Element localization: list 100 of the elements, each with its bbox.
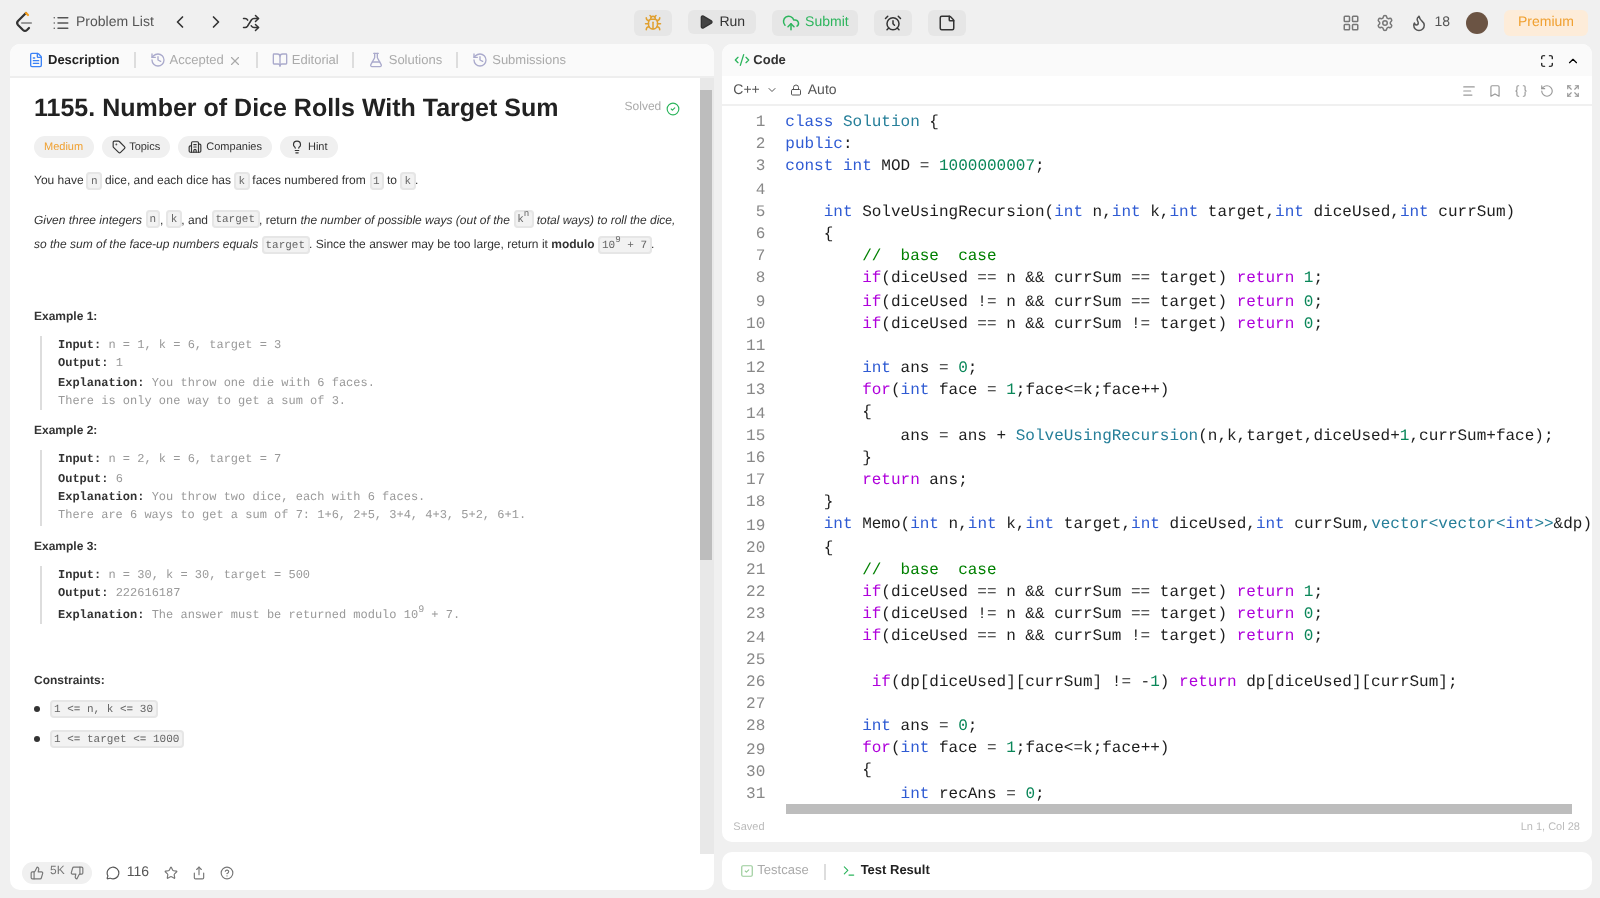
code-line: for(int face = 1;face<=k;face++) (860, 380, 1172, 403)
code-line: ans = ans + SolveUsingRecursion(n,k,target,diceUsed+1,currSum+face); (898, 425, 1556, 448)
problem-title: 1155. Number of Dice Rolls With Target Sum (34, 94, 559, 122)
flask-icon (368, 52, 385, 68)
line-number: 17 (744, 470, 766, 493)
cloud-upload-icon (781, 13, 800, 31)
avatar[interactable] (1466, 11, 1488, 33)
code-line: class Solution { (785, 112, 941, 135)
code-line: for(int face = 1;face<=k;face++) (860, 738, 1172, 761)
line-number: 26 (744, 672, 766, 695)
line-number: 2 (753, 134, 766, 157)
code-line: if(diceUsed != n && currSum == target) return 0; (860, 291, 1326, 314)
book-icon (271, 52, 288, 68)
line-number: 25 (744, 649, 766, 673)
line-number: 3 (753, 156, 766, 180)
bullet-icon (34, 736, 40, 743)
code-line: public: (785, 134, 855, 157)
timer-button[interactable] (874, 9, 913, 35)
line-number: 5 (753, 201, 766, 225)
line-number: 7 (753, 246, 766, 269)
maximize-icon[interactable] (1540, 53, 1554, 67)
code-line: int ans = 0; (860, 716, 980, 739)
code-line: int SolveUsingRecursion(int n,int k,int target,int diceUsed,int currSum) (821, 201, 1518, 224)
play-icon (697, 14, 714, 30)
line-number: 12 (744, 358, 766, 381)
bug-icon (643, 13, 662, 31)
code-line: if(dp[diceUsed][currSum] != -1) return dp[diceUsed][currSum]; (869, 671, 1460, 694)
code-line: // base case (860, 246, 999, 269)
help-icon[interactable] (219, 865, 234, 879)
chevron-down-icon (765, 84, 778, 96)
lightbulb-icon (289, 140, 304, 154)
document-icon (28, 52, 44, 68)
line-number: 20 (744, 537, 766, 561)
terminal-icon (842, 864, 857, 878)
code-line: if(diceUsed == n && currSum == target) return 1; (860, 268, 1326, 291)
code-line: } (860, 447, 874, 470)
flame-icon (1410, 13, 1429, 31)
tag-icon (111, 140, 126, 154)
code-line: if(diceUsed == n && currSum == target) return 1; (860, 581, 1326, 605)
code-line: int ans = 0; (860, 358, 980, 381)
reset-icon[interactable] (1540, 83, 1554, 97)
code-line: const int MOD = 1000000007; (785, 156, 1047, 180)
comment-icon (106, 865, 121, 879)
thumbs-up-icon (30, 865, 44, 879)
logo-icon[interactable] (12, 10, 36, 34)
history-icon (472, 52, 489, 68)
code-line: { (860, 402, 874, 426)
line-number: 31 (744, 784, 766, 807)
layout-icon[interactable] (1342, 13, 1361, 31)
code-line: if(diceUsed == n && currSum != target) return 0; (860, 626, 1326, 649)
line-number: 29 (744, 739, 766, 762)
bookmark-icon[interactable] (1488, 83, 1502, 97)
code-line: { (821, 223, 836, 247)
code-line: int recAns = 0; (898, 783, 1047, 806)
checkbox-icon (739, 864, 754, 878)
note-icon (938, 13, 957, 31)
line-number: 15 (744, 425, 766, 449)
line-number: 16 (744, 448, 766, 471)
star-icon[interactable] (163, 865, 178, 879)
line-number: 14 (744, 403, 766, 426)
line-number: 27 (744, 694, 766, 717)
line-number: 28 (744, 716, 766, 740)
line-number: 6 (753, 224, 766, 247)
collapse-icon[interactable] (1566, 53, 1580, 67)
shuffle-icon[interactable] (241, 13, 260, 31)
line-number: 10 (744, 313, 766, 337)
history-icon (149, 52, 166, 68)
line-number: 8 (753, 268, 766, 292)
line-number: 23 (744, 604, 766, 628)
code-line: int Memo(int n,int k,int target,int diceUsed,int currSum,vector<vector<int>>&dp) (821, 514, 1592, 538)
notes-button[interactable] (928, 9, 967, 35)
line-number: 21 (744, 560, 766, 583)
line-number: 4 (753, 179, 766, 202)
thumbs-down-icon (70, 865, 85, 879)
line-number: 18 (744, 492, 766, 516)
fullscreen-icon[interactable] (1566, 83, 1580, 97)
code-line: { (821, 537, 836, 560)
line-number: 1 (753, 112, 766, 135)
line-number: 30 (744, 761, 766, 785)
line-number: 9 (753, 291, 766, 314)
line-number: 24 (744, 627, 766, 650)
line-number: 19 (744, 515, 766, 538)
building-icon (188, 140, 203, 154)
code-line: // base case (860, 559, 999, 582)
code-line: } (821, 492, 836, 515)
line-number: 11 (744, 336, 766, 359)
line-number: 13 (744, 380, 766, 404)
lock-icon (789, 84, 802, 96)
code-line: if(diceUsed != n && currSum == target) return 0; (860, 604, 1326, 627)
check-circle-icon (665, 101, 680, 115)
code-line: if(diceUsed == n && currSum != target) return 0; (860, 313, 1326, 336)
bullet-icon (34, 706, 40, 713)
settings-icon[interactable] (1376, 13, 1395, 31)
share-icon[interactable] (191, 865, 206, 879)
line-number: 22 (744, 582, 766, 605)
code-line: { (860, 760, 874, 784)
alarm-clock-icon (884, 13, 903, 31)
code-line: return ans; (860, 470, 970, 493)
code-icon (733, 52, 750, 68)
list-icon (52, 13, 70, 31)
